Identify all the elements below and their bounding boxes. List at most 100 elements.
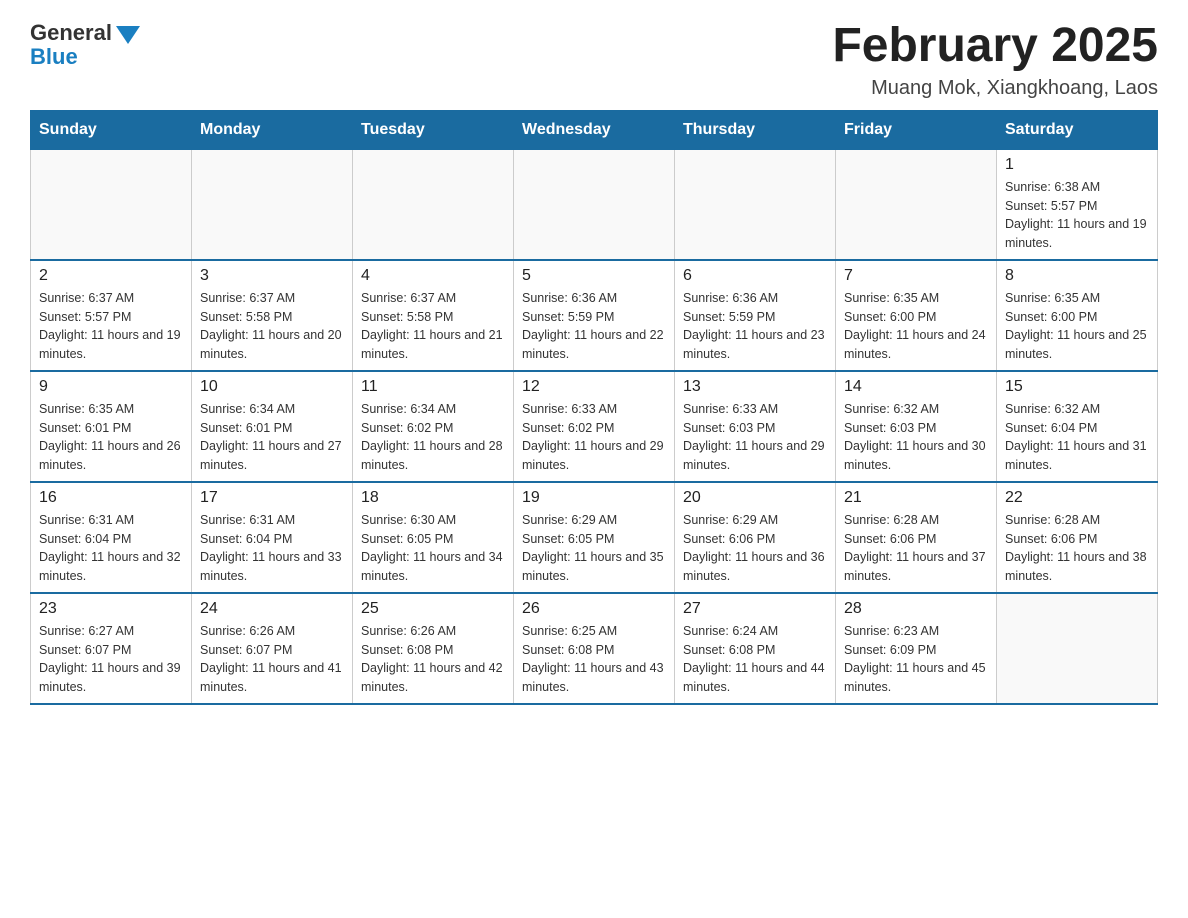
calendar-cell: 26 Sunrise: 6:25 AMSunset: 6:08 PMDayligh… bbox=[514, 593, 675, 704]
calendar-cell: 28Sunrise: 6:23 AMSunset: 6:09 PMDayligh… bbox=[836, 593, 997, 704]
location-subtitle: Muang Mok, Xiangkhoang, Laos bbox=[832, 77, 1158, 100]
day-info: Sunrise: 6:29 AMSunset: 6:05 PMDaylight:… bbox=[522, 511, 666, 586]
logo-blue-text: Blue bbox=[30, 44, 78, 70]
day-info: Sunrise: 6:37 AMSunset: 5:57 PMDaylight:… bbox=[39, 289, 183, 364]
calendar-cell: 27 Sunrise: 6:24 AMSunset: 6:08 PMDayligh… bbox=[675, 593, 836, 704]
calendar-table: SundayMondayTuesdayWednesdayThursdayFrid… bbox=[30, 110, 1158, 705]
day-info: Sunrise: 6:31 AMSunset: 6:04 PMDaylight:… bbox=[200, 511, 344, 586]
day-number: 21 bbox=[844, 489, 988, 507]
calendar-cell: 18 Sunrise: 6:30 AMSunset: 6:05 PMDayligh… bbox=[353, 482, 514, 593]
calendar-cell: 5Sunrise: 6:36 AMSunset: 5:59 PMDaylight… bbox=[514, 260, 675, 371]
day-info: Sunrise: 6:27 AMSunset: 6:07 PMDaylight:… bbox=[39, 622, 183, 697]
weekday-header-saturday: Saturday bbox=[997, 110, 1158, 149]
day-number: 26 bbox=[522, 600, 666, 618]
calendar-cell: 9 Sunrise: 6:35 AMSunset: 6:01 PMDaylight… bbox=[31, 371, 192, 482]
calendar-cell: 17 Sunrise: 6:31 AMSunset: 6:04 PMDayligh… bbox=[192, 482, 353, 593]
day-info: Sunrise: 6:31 AMSunset: 6:04 PMDaylight:… bbox=[39, 511, 183, 586]
day-number: 3 bbox=[200, 267, 344, 285]
calendar-cell: 3 Sunrise: 6:37 AMSunset: 5:58 PMDaylight… bbox=[192, 260, 353, 371]
title-block: February 2025 Muang Mok, Xiangkhoang, La… bbox=[832, 20, 1158, 100]
day-number: 20 bbox=[683, 489, 827, 507]
calendar-cell: 7 Sunrise: 6:35 AMSunset: 6:00 PMDaylight… bbox=[836, 260, 997, 371]
weekday-header-row: SundayMondayTuesdayWednesdayThursdayFrid… bbox=[31, 110, 1158, 149]
day-info: Sunrise: 6:30 AMSunset: 6:05 PMDaylight:… bbox=[361, 511, 505, 586]
calendar-cell: 19 Sunrise: 6:29 AMSunset: 6:05 PMDayligh… bbox=[514, 482, 675, 593]
day-info: Sunrise: 6:29 AMSunset: 6:06 PMDaylight:… bbox=[683, 511, 827, 586]
calendar-cell: 4Sunrise: 6:37 AMSunset: 5:58 PMDaylight… bbox=[353, 260, 514, 371]
logo-triangle-icon bbox=[116, 26, 140, 44]
calendar-cell: 10Sunrise: 6:34 AMSunset: 6:01 PMDayligh… bbox=[192, 371, 353, 482]
day-info: Sunrise: 6:33 AMSunset: 6:02 PMDaylight:… bbox=[522, 400, 666, 475]
day-number: 18 bbox=[361, 489, 505, 507]
day-number: 11 bbox=[361, 378, 505, 396]
day-info: Sunrise: 6:38 AMSunset: 5:57 PMDaylight:… bbox=[1005, 178, 1149, 253]
weekday-header-monday: Monday bbox=[192, 110, 353, 149]
day-info: Sunrise: 6:33 AMSunset: 6:03 PMDaylight:… bbox=[683, 400, 827, 475]
logo-general-text: General bbox=[30, 20, 112, 46]
day-info: Sunrise: 6:36 AMSunset: 5:59 PMDaylight:… bbox=[683, 289, 827, 364]
calendar-week-1: 1 Sunrise: 6:38 AMSunset: 5:57 PMDaylight… bbox=[31, 149, 1158, 260]
calendar-cell: 16 Sunrise: 6:31 AMSunset: 6:04 PMDayligh… bbox=[31, 482, 192, 593]
calendar-cell: 1 Sunrise: 6:38 AMSunset: 5:57 PMDaylight… bbox=[997, 149, 1158, 260]
page-header: General Blue February 2025 Muang Mok, Xi… bbox=[30, 20, 1158, 100]
calendar-cell bbox=[192, 149, 353, 260]
day-info: Sunrise: 6:36 AMSunset: 5:59 PMDaylight:… bbox=[522, 289, 666, 364]
calendar-cell: 8 Sunrise: 6:35 AMSunset: 6:00 PMDaylight… bbox=[997, 260, 1158, 371]
day-info: Sunrise: 6:28 AMSunset: 6:06 PMDaylight:… bbox=[1005, 511, 1149, 586]
day-info: Sunrise: 6:26 AMSunset: 6:08 PMDaylight:… bbox=[361, 622, 505, 697]
day-info: Sunrise: 6:34 AMSunset: 6:02 PMDaylight:… bbox=[361, 400, 505, 475]
calendar-cell bbox=[675, 149, 836, 260]
calendar-cell: 22 Sunrise: 6:28 AMSunset: 6:06 PMDayligh… bbox=[997, 482, 1158, 593]
calendar-cell: 6 Sunrise: 6:36 AMSunset: 5:59 PMDaylight… bbox=[675, 260, 836, 371]
day-info: Sunrise: 6:35 AMSunset: 6:00 PMDaylight:… bbox=[1005, 289, 1149, 364]
day-number: 1 bbox=[1005, 156, 1149, 174]
day-info: Sunrise: 6:35 AMSunset: 6:01 PMDaylight:… bbox=[39, 400, 183, 475]
day-number: 28 bbox=[844, 600, 988, 618]
weekday-header-thursday: Thursday bbox=[675, 110, 836, 149]
day-number: 16 bbox=[39, 489, 183, 507]
calendar-cell: 24 Sunrise: 6:26 AMSunset: 6:07 PMDayligh… bbox=[192, 593, 353, 704]
day-number: 6 bbox=[683, 267, 827, 285]
day-number: 17 bbox=[200, 489, 344, 507]
day-number: 12 bbox=[522, 378, 666, 396]
day-info: Sunrise: 6:35 AMSunset: 6:00 PMDaylight:… bbox=[844, 289, 988, 364]
calendar-cell bbox=[353, 149, 514, 260]
day-number: 25 bbox=[361, 600, 505, 618]
weekday-header-tuesday: Tuesday bbox=[353, 110, 514, 149]
day-number: 13 bbox=[683, 378, 827, 396]
weekday-header-friday: Friday bbox=[836, 110, 997, 149]
day-info: Sunrise: 6:28 AMSunset: 6:06 PMDaylight:… bbox=[844, 511, 988, 586]
calendar-cell: 23 Sunrise: 6:27 AMSunset: 6:07 PMDayligh… bbox=[31, 593, 192, 704]
weekday-header-wednesday: Wednesday bbox=[514, 110, 675, 149]
calendar-week-3: 9 Sunrise: 6:35 AMSunset: 6:01 PMDaylight… bbox=[31, 371, 1158, 482]
calendar-cell: 15Sunrise: 6:32 AMSunset: 6:04 PMDayligh… bbox=[997, 371, 1158, 482]
day-info: Sunrise: 6:26 AMSunset: 6:07 PMDaylight:… bbox=[200, 622, 344, 697]
day-number: 14 bbox=[844, 378, 988, 396]
calendar-cell: 13 Sunrise: 6:33 AMSunset: 6:03 PMDayligh… bbox=[675, 371, 836, 482]
day-info: Sunrise: 6:37 AMSunset: 5:58 PMDaylight:… bbox=[200, 289, 344, 364]
weekday-header-sunday: Sunday bbox=[31, 110, 192, 149]
day-number: 27 bbox=[683, 600, 827, 618]
logo: General Blue bbox=[30, 20, 140, 70]
day-info: Sunrise: 6:34 AMSunset: 6:01 PMDaylight:… bbox=[200, 400, 344, 475]
day-number: 8 bbox=[1005, 267, 1149, 285]
calendar-cell: 12 Sunrise: 6:33 AMSunset: 6:02 PMDayligh… bbox=[514, 371, 675, 482]
calendar-cell: 21 Sunrise: 6:28 AMSunset: 6:06 PMDayligh… bbox=[836, 482, 997, 593]
day-number: 2 bbox=[39, 267, 183, 285]
day-number: 19 bbox=[522, 489, 666, 507]
day-number: 7 bbox=[844, 267, 988, 285]
day-number: 24 bbox=[200, 600, 344, 618]
calendar-cell bbox=[514, 149, 675, 260]
calendar-cell: 11 Sunrise: 6:34 AMSunset: 6:02 PMDayligh… bbox=[353, 371, 514, 482]
calendar-cell: 14Sunrise: 6:32 AMSunset: 6:03 PMDayligh… bbox=[836, 371, 997, 482]
day-info: Sunrise: 6:24 AMSunset: 6:08 PMDaylight:… bbox=[683, 622, 827, 697]
calendar-cell bbox=[997, 593, 1158, 704]
day-number: 9 bbox=[39, 378, 183, 396]
day-info: Sunrise: 6:37 AMSunset: 5:58 PMDaylight:… bbox=[361, 289, 505, 364]
day-number: 15 bbox=[1005, 378, 1149, 396]
day-number: 23 bbox=[39, 600, 183, 618]
day-info: Sunrise: 6:25 AMSunset: 6:08 PMDaylight:… bbox=[522, 622, 666, 697]
day-number: 22 bbox=[1005, 489, 1149, 507]
month-title: February 2025 bbox=[832, 20, 1158, 73]
calendar-cell: 25 Sunrise: 6:26 AMSunset: 6:08 PMDayligh… bbox=[353, 593, 514, 704]
